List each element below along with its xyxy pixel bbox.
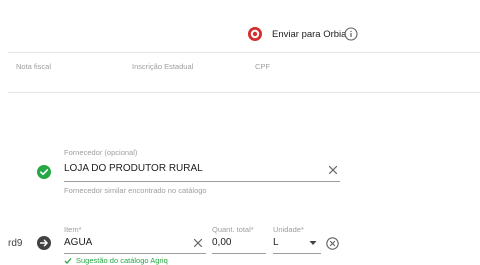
orbia-logo-icon [247, 26, 263, 42]
quantity-label: Quant. total* [212, 225, 254, 234]
info-icon[interactable] [344, 27, 358, 41]
dropdown-arrow-icon[interactable] [308, 239, 318, 247]
clear-supplier-icon[interactable] [327, 164, 339, 176]
supplier-underline [64, 181, 340, 182]
send-to-orbia-button[interactable]: Enviar para Orbia [272, 29, 346, 40]
check-circle-icon [37, 165, 51, 179]
column-header-nota-fiscal: Nota fiscal [16, 62, 52, 71]
supplier-label: Fornecedor (opcional) [64, 148, 138, 157]
unit-select[interactable]: L [273, 237, 279, 248]
column-header-cpf: CPF [255, 62, 270, 71]
item-input[interactable]: AGUA [64, 237, 92, 248]
quantity-input[interactable]: 0,00 [212, 237, 231, 248]
remove-item-icon[interactable] [326, 237, 339, 250]
arrow-right-icon[interactable] [37, 236, 51, 250]
row-prefix: rd9 [8, 238, 23, 249]
divider [8, 92, 480, 93]
send-to-orbia-label: Enviar para Orbia [272, 29, 347, 40]
unit-label: Unidade* [273, 225, 304, 234]
suggestion-text: Sugestão do catálogo Agriq [76, 256, 168, 265]
clear-item-icon[interactable] [192, 237, 204, 249]
suggestion-icon [64, 257, 72, 265]
item-label: Item* [64, 225, 82, 234]
supplier-input[interactable]: LOJA DO PRODUTOR RURAL [64, 163, 203, 174]
quantity-underline [212, 253, 266, 254]
divider [8, 52, 480, 53]
column-header-inscricao-estadual: Inscrição Estadual [132, 62, 194, 71]
item-underline [64, 253, 206, 254]
unit-underline [273, 253, 321, 254]
supplier-helper-text: Fornecedor similar encontrado no catálog… [64, 186, 207, 195]
